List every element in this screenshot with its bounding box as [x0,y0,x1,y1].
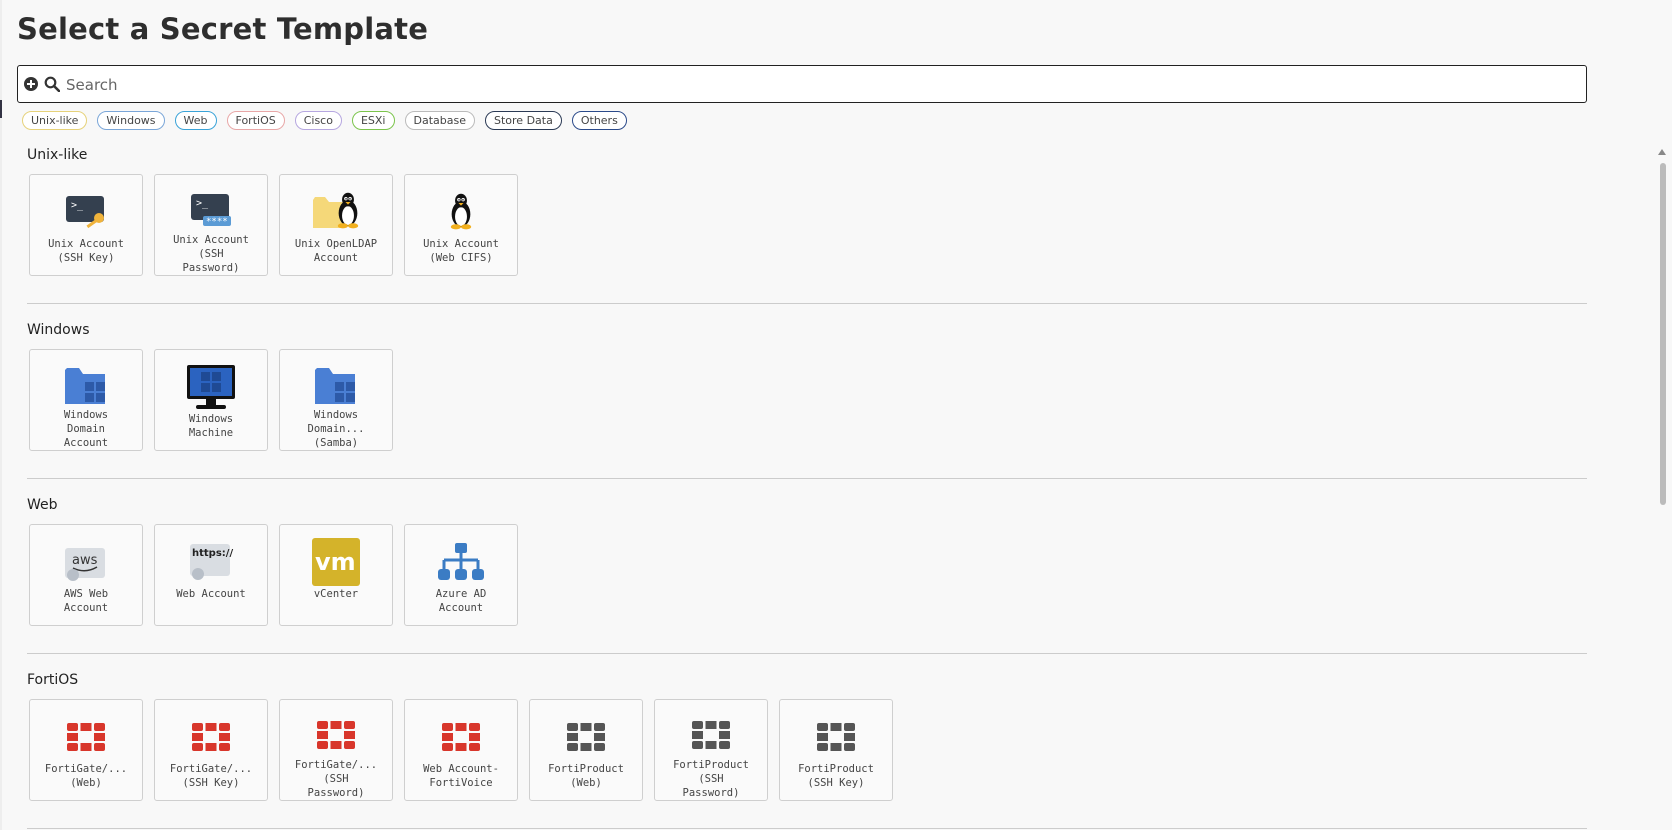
template-card-label: Windows Domain... (Samba) [307,409,365,449]
template-card-list: FortiGate/... (Web) FortiGate/... (SSH Key… [29,699,1587,801]
windows-monitor-icon [185,362,237,412]
filter-chip-web[interactable]: Web [174,111,217,130]
section-web: Web aws AWS Web Account https:// Web Acco… [27,496,1587,626]
template-card-label: AWS Web Account [63,588,109,614]
scroll-up-arrow[interactable] [1658,149,1666,155]
template-card-label: FortiGate/... (SSH Key) [169,763,253,789]
filter-chip-store-data[interactable]: Store Data [485,111,562,130]
section-title: Unix-like [27,147,88,163]
template-card-label: FortiProduct (Web) [548,763,624,789]
filter-chip-esxi[interactable]: ESXi [351,111,395,130]
template-card[interactable]: aws AWS Web Account [29,524,143,626]
https-icon: https:// [185,537,237,587]
template-card-label: FortiGate/... (Web) [44,763,128,789]
template-card-label: FortiProduct (SSH Key) [798,763,874,789]
search-icon [44,76,60,92]
template-card-label: Unix Account (SSH Password) [173,234,249,274]
svg-text:****: **** [206,217,228,227]
template-card[interactable]: https:// Web Account [154,524,268,626]
filter-chip-others[interactable]: Others [571,111,627,130]
windows-folder-icon [310,362,362,408]
template-card-label: vCenter [313,588,359,600]
left-edge-marker [0,100,2,118]
template-card[interactable]: FortiGate/... (SSH Password) [279,699,393,801]
fortinet-gray-icon [685,712,737,758]
template-card[interactable]: Azure AD Account [404,524,518,626]
aws-icon: aws [60,537,112,587]
penguin-icon [435,187,487,237]
template-card-list: aws AWS Web Account https:// Web Account … [29,524,1587,626]
section-title: Web [27,497,58,513]
search-input[interactable] [64,70,1568,100]
scrollbar-thumb[interactable] [1660,163,1666,505]
terminal-password-icon: >_ **** [185,187,237,233]
filter-chip-windows[interactable]: Windows [97,111,165,130]
template-card-label: Unix OpenLDAP Account [294,238,378,264]
fortinet-red-icon [435,712,487,762]
section-windows: Windows Windows Domain Account Windows Mach… [27,321,1587,451]
add-icon[interactable] [24,77,38,91]
template-card[interactable]: vm vCenter [279,524,393,626]
template-card[interactable]: Windows Machine [154,349,268,451]
svg-text:aws: aws [72,553,98,568]
template-card-label: Azure AD Account [435,588,487,614]
svg-text:>_: >_ [196,198,209,209]
template-card[interactable]: Unix Account (Web CIFS) [404,174,518,276]
section-title: Windows [27,322,90,338]
template-card[interactable]: Windows Domain Account [29,349,143,451]
filter-chip-cisco[interactable]: Cisco [294,111,342,130]
svg-text:vm: vm [315,548,356,576]
template-card-label: Web Account- FortiVoice [423,763,499,789]
filter-chip-unix-like[interactable]: Unix-like [22,111,88,130]
svg-text:https://: https:// [192,548,233,559]
template-card[interactable]: Web Account- FortiVoice [404,699,518,801]
terminal-key-icon: >_ [60,187,112,237]
template-card-label: Windows Domain Account [63,409,109,449]
windows-folder-icon [60,362,112,408]
template-card[interactable]: Unix OpenLDAP Account [279,174,393,276]
vm-icon: vm [310,537,362,587]
template-card-label: FortiGate/... (SSH Password) [294,759,378,799]
template-card[interactable]: >_ Unix Account (SSH Key) [29,174,143,276]
section-title: FortiOS [27,672,79,688]
template-card[interactable]: FortiGate/... (SSH Key) [154,699,268,801]
template-card[interactable]: Windows Domain... (Samba) [279,349,393,451]
fortinet-gray-icon [560,712,612,762]
template-card[interactable]: FortiProduct (SSH Password) [654,699,768,801]
network-tree-icon [435,537,487,587]
left-edge [0,0,2,830]
filter-chip-database[interactable]: Database [404,111,475,130]
fortinet-red-icon [185,712,237,762]
template-card-label: Unix Account (Web CIFS) [423,238,499,264]
section-divider [27,653,1587,654]
section-unix-like: Unix-like >_ Unix Account (SSH Key) >_ **… [27,146,1587,276]
page-title: Select a Secret Template [17,12,429,46]
template-card-label: Windows Machine [188,413,234,439]
fortinet-red-icon [310,712,362,758]
section-fortios: FortiOS FortiGate/... (Web) FortiGate/...… [27,671,1587,801]
template-card[interactable]: FortiProduct (Web) [529,699,643,801]
section-divider [27,828,1587,829]
fortinet-red-icon [60,712,112,762]
folder-penguin-icon [310,187,362,237]
section-divider [27,478,1587,479]
template-card-label: Web Account [176,588,246,600]
template-card-label: FortiProduct (SSH Password) [673,759,749,799]
fortinet-gray-icon [810,712,862,762]
svg-text:>_: >_ [71,200,84,211]
template-card-label: Unix Account (SSH Key) [48,238,124,264]
template-card-list: >_ Unix Account (SSH Key) >_ **** Unix Ac… [29,174,1587,276]
filter-chips: Unix-like Windows Web FortiOS Cisco ESXi Datab… [22,111,627,130]
template-card[interactable]: >_ **** Unix Account (SSH Password) [154,174,268,276]
filter-chip-fortios[interactable]: FortiOS [226,111,285,130]
template-card[interactable]: FortiGate/... (Web) [29,699,143,801]
template-card-list: Windows Domain Account Windows Machine Wind… [29,349,1587,451]
section-divider [27,303,1587,304]
search-bar[interactable] [17,65,1587,103]
template-card[interactable]: FortiProduct (SSH Key) [779,699,893,801]
